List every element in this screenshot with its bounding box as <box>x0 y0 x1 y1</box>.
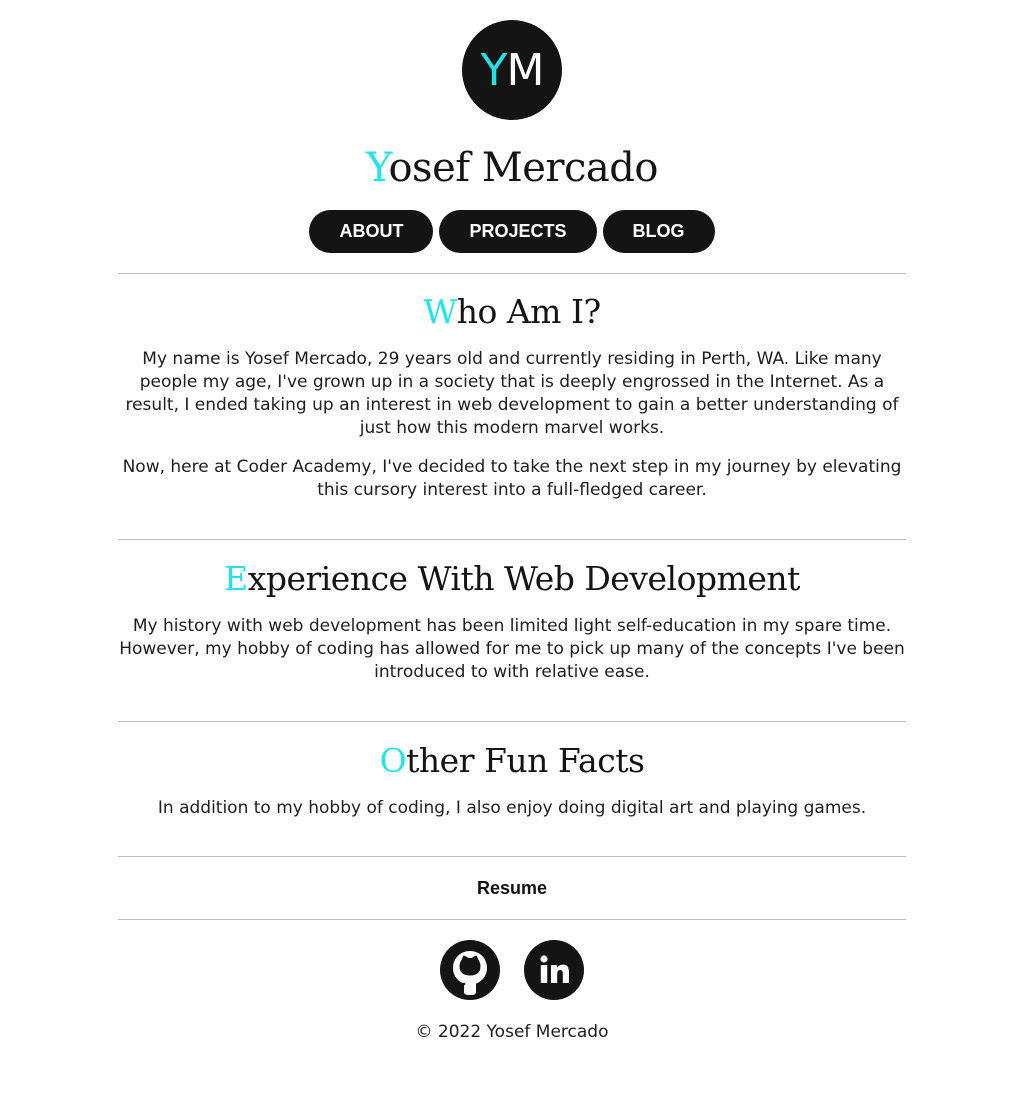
section-paragraph: My history with web development has been… <box>119 616 905 682</box>
resume-link[interactable]: Resume <box>118 857 906 919</box>
ym-logo[interactable]: YM <box>462 20 562 120</box>
section-title: Other Fun Facts <box>118 741 906 781</box>
section-paragraph: Now, here at Coder Academy, I've decided… <box>122 457 902 500</box>
linkedin-link[interactable] <box>524 940 584 1000</box>
site-title-rest: osef Mercado <box>388 145 658 191</box>
section-title-first-letter: E <box>224 559 248 598</box>
github-link[interactable] <box>440 940 500 1000</box>
logo-initial-rest: M <box>506 44 544 96</box>
site-title: Yosef Mercado <box>118 144 906 192</box>
section-title-first-letter: W <box>423 292 457 331</box>
linkedin-icon <box>524 940 584 1000</box>
section-title-rest: ho Am I? <box>456 292 601 331</box>
section-experience: Experience With Web Development My histo… <box>118 540 906 684</box>
github-icon <box>440 940 500 1000</box>
section-paragraph: My name is Yosef Mercado, 29 years old a… <box>125 349 899 438</box>
section-title-rest: ther Fun Facts <box>406 741 645 780</box>
section-paragraph: In addition to my hobby of coding, I als… <box>157 798 867 818</box>
nav-projects-button[interactable]: PROJECTS <box>439 210 597 253</box>
main-nav: ABOUT PROJECTS BLOG <box>118 210 906 253</box>
site-title-first-letter: Y <box>366 145 389 191</box>
section-title: Experience With Web Development <box>118 559 906 599</box>
section-title-rest: xperience With Web Development <box>247 559 801 598</box>
divider <box>118 919 906 920</box>
copyright: © 2022 Yosef Mercado <box>415 1022 609 1042</box>
section-fun-facts: Other Fun Facts In addition to my hobby … <box>118 722 906 820</box>
section-who-am-i: Who Am I? My name is Yosef Mercado, 29 y… <box>118 274 906 502</box>
social-links <box>118 940 906 1000</box>
section-title: Who Am I? <box>118 292 906 332</box>
logo-initial-accent: Y <box>480 44 508 96</box>
section-title-first-letter: O <box>379 741 407 780</box>
nav-blog-button[interactable]: BLOG <box>602 210 715 253</box>
page: YM Yosef Mercado ABOUT PROJECTS BLOG Who… <box>118 20 906 1042</box>
nav-about-button[interactable]: ABOUT <box>309 210 434 253</box>
